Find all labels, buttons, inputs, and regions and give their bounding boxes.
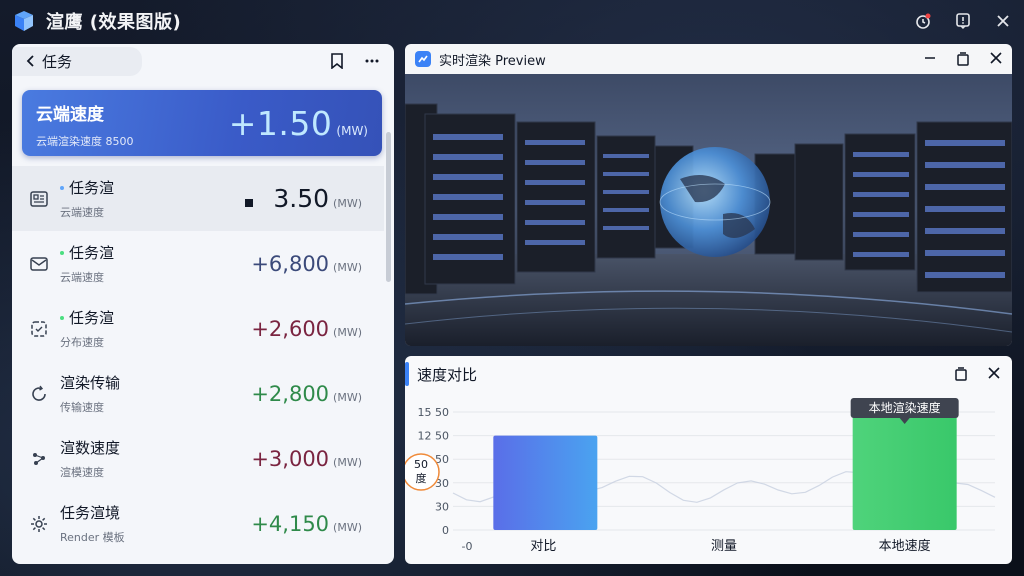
mail-icon xyxy=(28,253,50,275)
speed-bar-chart: 030305012 5015 50对比 测量 本地速度-0本地渲染速度50度 xyxy=(405,398,996,554)
y-tick-label: 12 50 xyxy=(418,430,450,443)
row-subtitle: Render 模板 xyxy=(60,531,125,544)
gear-icon xyxy=(28,513,50,535)
row-subtitle: 云端速度 xyxy=(60,271,104,284)
row-value: +2,800 xyxy=(251,381,330,406)
row-value: +6,800 xyxy=(251,251,330,276)
maximize-icon[interactable] xyxy=(956,52,970,66)
y-badge-label: 50 xyxy=(414,458,428,471)
more-icon[interactable] xyxy=(364,53,380,69)
cube-icon xyxy=(28,318,50,340)
y-tick-label: 15 50 xyxy=(418,406,450,419)
close-icon[interactable] xyxy=(990,52,1002,64)
row-value: +4,150 xyxy=(251,511,330,536)
task-panel: 任务 云端速度 云端渲染速度 8500 +1.50 (MW) 任务渲 云端速度 … xyxy=(12,44,394,564)
list-item[interactable]: 渲数速度 渲模速度 +3,000 (MW) xyxy=(12,426,384,491)
list-item[interactable]: 任务渲境 Render 模板 +4,150 (MW) xyxy=(12,491,384,556)
app-title: 渲鹰 (效果图版) xyxy=(46,12,182,33)
title-bar: 渲鹰 (效果图版) xyxy=(0,0,1024,42)
scrollbar[interactable] xyxy=(386,132,391,282)
shuffle-icon xyxy=(28,448,50,470)
cloud-speed-card[interactable]: 云端速度 云端渲染速度 8500 +1.50 (MW) xyxy=(22,90,382,156)
row-unit: (MW) xyxy=(333,325,362,339)
gallery-icon xyxy=(28,188,50,210)
alarm-icon[interactable] xyxy=(914,12,932,30)
y-tick-label: 30 xyxy=(435,500,449,513)
row-unit: (MW) xyxy=(333,260,362,274)
feedback-icon[interactable] xyxy=(954,12,972,30)
row-title: 任务渲境 xyxy=(60,504,121,522)
app-logo-icon xyxy=(15,11,33,31)
row-unit: (MW) xyxy=(333,520,362,534)
bar-0 xyxy=(493,435,598,530)
row-subtitle: 分布速度 xyxy=(60,336,104,349)
hero-unit: (MW) xyxy=(336,124,368,138)
row-subtitle: 渲模速度 xyxy=(60,466,104,479)
minimize-icon[interactable] xyxy=(924,52,936,64)
hero-value: +1.50 xyxy=(228,104,333,143)
list-item[interactable]: 任务渲 云端速度 +6,800 (MW) xyxy=(12,231,384,296)
row-value: +3,000 xyxy=(251,446,330,471)
row-title: 任务渲 xyxy=(69,244,115,262)
list-item[interactable]: 任务渲 分布速度 +2,600 (MW) xyxy=(12,296,384,361)
row-unit: (MW) xyxy=(333,390,362,404)
annotation-label: 本地渲染速度 xyxy=(869,400,941,415)
close-window-icon[interactable] xyxy=(994,12,1012,30)
x-start-label: -0 xyxy=(462,540,473,553)
accent-bar xyxy=(405,362,409,386)
row-value: 3.50 xyxy=(273,184,330,213)
chevron-left-icon xyxy=(26,55,34,67)
close-icon[interactable] xyxy=(988,367,1000,379)
list-item[interactable]: 渲染传输 传输速度 +2,800 (MW) xyxy=(12,361,384,426)
chart-title: 速度对比 xyxy=(417,365,478,384)
list-item[interactable]: 任务渲 云端速度 3.50 (MW) xyxy=(12,166,384,231)
refresh-icon xyxy=(28,383,50,405)
x-category-label: 测量 xyxy=(711,539,737,554)
row-subtitle: 传输速度 xyxy=(60,401,104,414)
row-title: 渲数速度 xyxy=(60,439,121,457)
row-subtitle: 云端速度 xyxy=(60,206,104,219)
task-list: 任务渲 云端速度 3.50 (MW) 任务渲 云端速度 +6,800 (MW) xyxy=(12,166,384,556)
row-unit: (MW) xyxy=(333,455,362,469)
speed-comparison-panel: 速度对比 0 30 30 50 12 50 15 50 对比 测量 本地速度 -0 本地渲染速度 50… xyxy=(405,356,1012,564)
row-value: +2,600 xyxy=(251,316,330,341)
preview-panel: 实时渲染 Preview xyxy=(405,44,1012,346)
back-button[interactable]: 任务 xyxy=(12,46,143,76)
row-unit: (MW) xyxy=(333,197,362,210)
x-category-label: 对比 xyxy=(530,539,556,554)
maximize-icon[interactable] xyxy=(954,367,968,381)
y-badge-label: 度 xyxy=(416,471,427,485)
row-title: 任务渲 xyxy=(69,179,115,197)
row-title: 任务渲 xyxy=(69,309,115,327)
render-logo-icon xyxy=(415,51,431,67)
y-tick-label: 0 xyxy=(442,524,449,537)
x-category-label: 本地速度 xyxy=(879,538,931,554)
status-square-icon xyxy=(245,199,254,207)
bookmark-icon[interactable] xyxy=(330,53,344,69)
back-label: 任务 xyxy=(42,52,73,71)
globe-hologram xyxy=(660,147,770,257)
server-room-render xyxy=(405,74,1012,346)
bar-2 xyxy=(852,412,957,530)
row-title: 渲染传输 xyxy=(60,374,121,392)
preview-title: 实时渲染 Preview xyxy=(439,53,546,69)
